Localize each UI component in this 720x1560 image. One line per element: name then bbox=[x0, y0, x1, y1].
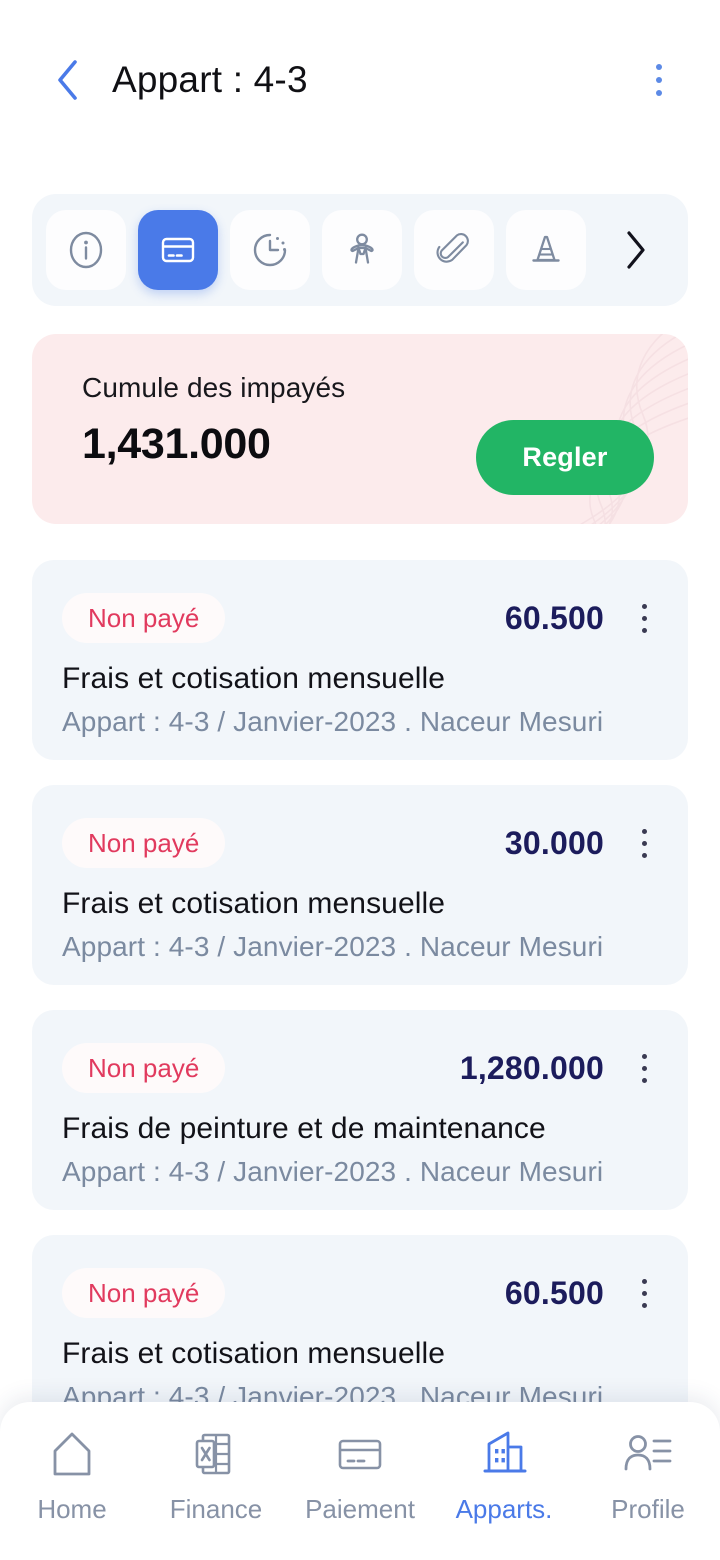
chevron-right-icon bbox=[627, 231, 645, 269]
status-badge: Non payé bbox=[62, 818, 226, 868]
payment-title: Frais et cotisation mensuelle bbox=[62, 662, 446, 695]
status-badge: Non payé bbox=[62, 1043, 226, 1093]
nav-item-paiement[interactable]: Paiement bbox=[288, 1428, 432, 1525]
nav-item-finance[interactable]: Finance bbox=[144, 1428, 288, 1525]
credit-card-icon bbox=[332, 1428, 388, 1480]
payment-menu-button[interactable] bbox=[630, 819, 658, 867]
app-header: Appart : 4-3 bbox=[0, 0, 720, 160]
traffic-cone-icon bbox=[532, 235, 560, 262]
payment-amount: 60.500 bbox=[504, 599, 604, 636]
unpaid-summary-card: Cumule des impayés 1,431.000 Regler bbox=[32, 334, 688, 524]
toolbar-item-history[interactable] bbox=[230, 210, 310, 290]
info-icon bbox=[69, 231, 103, 269]
table-row[interactable]: Non payé 1,280.000 Frais de peinture et … bbox=[32, 1010, 688, 1210]
summary-amount: 1,431.000 bbox=[82, 420, 271, 468]
kebab-dot bbox=[641, 1290, 647, 1296]
nav-label: Finance bbox=[169, 1494, 263, 1524]
home-icon bbox=[44, 1428, 100, 1480]
payment-menu-button[interactable] bbox=[630, 1044, 658, 1092]
kebab-dot bbox=[656, 90, 662, 96]
summary-label: Cumule des impayés bbox=[82, 372, 346, 403]
nav-label: Profile bbox=[611, 1494, 685, 1524]
payment-subtitle: Appart : 4-3 / Janvier-2023 . Naceur Mes… bbox=[62, 931, 604, 962]
nav-item-home[interactable]: Home bbox=[0, 1428, 144, 1525]
status-badge: Non payé bbox=[62, 593, 226, 643]
page-title: Appart : 4-3 bbox=[112, 59, 308, 100]
toolbar-item-payments[interactable] bbox=[138, 210, 218, 290]
toolbar-item-occupants[interactable] bbox=[322, 210, 402, 290]
payment-amount: 1,280.000 bbox=[459, 1049, 604, 1086]
app-screen: Appart : 4-3 Cumule des impayés 1,431.00… bbox=[0, 0, 720, 1560]
kebab-dot bbox=[641, 1053, 647, 1059]
kebab-dot bbox=[641, 615, 647, 621]
kebab-dot bbox=[641, 1077, 647, 1083]
table-row[interactable]: Non payé 60.500 Frais et cotisation mens… bbox=[32, 560, 688, 760]
finance-icon bbox=[188, 1428, 244, 1480]
toolbar-item-attachments[interactable] bbox=[414, 210, 494, 290]
nav-label: Home bbox=[37, 1494, 107, 1524]
kebab-dot bbox=[641, 828, 647, 834]
section-tab-toolbar bbox=[32, 194, 688, 306]
person-icon bbox=[350, 233, 374, 264]
kebab-dot bbox=[656, 77, 662, 83]
toolbar-next-button[interactable] bbox=[598, 210, 674, 290]
kebab-dot bbox=[641, 840, 647, 846]
credit-card-icon bbox=[161, 237, 195, 263]
payment-menu-button[interactable] bbox=[630, 1269, 658, 1317]
payment-row-header: Non payé 1,280.000 bbox=[62, 1040, 658, 1096]
payment-row-header: Non payé 60.500 bbox=[62, 590, 658, 646]
kebab-dot bbox=[641, 627, 647, 633]
nav-item-apparts[interactable]: Apparts. bbox=[432, 1428, 576, 1525]
nav-label: Paiement bbox=[305, 1494, 415, 1524]
regler-button[interactable]: Regler bbox=[476, 420, 654, 495]
payment-amount: 30.000 bbox=[504, 824, 604, 861]
payment-subtitle: Appart : 4-3 / Janvier-2023 . Naceur Mes… bbox=[62, 706, 604, 737]
table-row[interactable]: Non payé 30.000 Frais et cotisation mens… bbox=[32, 785, 688, 985]
toolbar-item-info[interactable] bbox=[46, 210, 126, 290]
back-button[interactable] bbox=[44, 52, 90, 108]
kebab-dot bbox=[641, 1278, 647, 1284]
kebab-dot bbox=[656, 64, 662, 70]
clock-history-icon bbox=[253, 233, 287, 267]
header-menu-button[interactable] bbox=[642, 53, 676, 107]
payment-amount: 60.500 bbox=[504, 1274, 604, 1311]
kebab-dot bbox=[641, 1302, 647, 1308]
paperclip-icon bbox=[436, 233, 469, 263]
kebab-dot bbox=[641, 603, 647, 609]
payment-title: Frais et cotisation mensuelle bbox=[62, 1337, 446, 1370]
payment-subtitle: Appart : 4-3 / Janvier-2023 . Naceur Mes… bbox=[62, 1156, 604, 1187]
kebab-dot bbox=[641, 1065, 647, 1071]
payment-row-header: Non payé 60.500 bbox=[62, 1265, 658, 1321]
status-badge: Non payé bbox=[62, 1268, 226, 1318]
toolbar-item-works[interactable] bbox=[506, 210, 586, 290]
profile-icon bbox=[620, 1428, 676, 1480]
nav-label: Apparts. bbox=[455, 1494, 553, 1524]
summary-text-block: Cumule des impayés 1,431.000 bbox=[82, 372, 345, 469]
bottom-navigation-bar: Home Finance Paiement Apparts. Profile bbox=[0, 1402, 720, 1560]
buildings-icon bbox=[476, 1428, 532, 1480]
chevron-left-icon bbox=[58, 60, 77, 100]
payment-title: Frais et cotisation mensuelle bbox=[62, 887, 446, 920]
payment-menu-button[interactable] bbox=[630, 594, 658, 642]
payment-row-header: Non payé 30.000 bbox=[62, 815, 658, 871]
kebab-dot bbox=[641, 852, 647, 858]
nav-item-profile[interactable]: Profile bbox=[576, 1428, 720, 1525]
payment-title: Frais de peinture et de maintenance bbox=[62, 1112, 546, 1145]
